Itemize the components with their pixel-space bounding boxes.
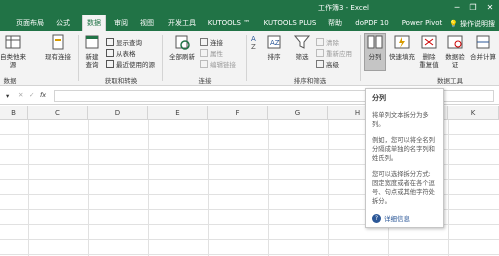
ribbon-tabs: 页面布局 公式 数据 审阅 视图 开发工具 KUTOOLS ™ KUTOOLS … — [0, 15, 499, 31]
text-to-columns-tooltip: 分列 将单列文本拆分为多列。 例如，您可以将全名列分隔成单独的名字列和姓氏列。 … — [365, 88, 444, 228]
connections-button[interactable]: 连接 — [200, 37, 223, 47]
tooltip-paragraph: 您可以选择拆分方式: 固定宽度或者在各个逗号、句点或其他字符处拆分。 — [372, 171, 435, 205]
clock-icon — [106, 59, 114, 68]
tell-me-more-link[interactable]: ? 详细信息 — [372, 213, 437, 223]
group-label-connections: 连接 — [198, 77, 212, 85]
divider — [246, 35, 247, 81]
consolidate-button[interactable]: 合并计算 — [468, 33, 498, 61]
properties-icon — [200, 48, 208, 57]
column-header[interactable]: F — [208, 106, 268, 120]
new-query-icon — [85, 35, 99, 49]
filter-icon — [293, 35, 311, 49]
clear-filter-button[interactable]: 清除 — [316, 37, 339, 47]
column-header[interactable]: K — [448, 106, 499, 120]
column-header[interactable]: E — [148, 106, 208, 120]
column-header[interactable]: D — [88, 106, 148, 120]
group-label-data-tools: 数据工具 — [437, 77, 463, 85]
edit-links-button[interactable]: 编辑链接 — [200, 59, 236, 69]
cancel-icon[interactable]: ✕ — [18, 91, 23, 99]
document-icon — [52, 34, 64, 50]
tab-formulas[interactable]: 公式 — [52, 15, 74, 31]
lightbulb-icon: 💡 — [449, 20, 458, 28]
query-icon — [106, 37, 114, 46]
svg-text:Z: Z — [251, 43, 256, 51]
group-label-sort-filter: 排序和筛选 — [293, 77, 327, 85]
svg-text:A: A — [251, 35, 256, 43]
properties-button[interactable]: 属性 — [200, 48, 223, 58]
sort-button[interactable]: AZ 排序 — [262, 33, 286, 61]
refresh-icon — [175, 35, 190, 50]
tab-power-pivot[interactable]: Power Pivot — [398, 15, 446, 31]
tab-developer[interactable]: 开发工具 — [166, 15, 198, 31]
tab-dopdf[interactable]: doPDF 10 — [352, 15, 392, 31]
title-bar: 工作簿3 - Excel ─ ❐ ✕ — [0, 0, 499, 15]
group-label-data: 数据 — [3, 77, 17, 85]
advanced-filter-button[interactable]: 高级 — [316, 59, 339, 69]
column-header[interactable]: B — [0, 106, 28, 120]
text-to-columns-button[interactable]: 分列 — [363, 33, 387, 61]
ribbon: 自类他来源 现有连接 新建 查询 显示查询 从表格 最近使用的源 数据 获取和转… — [0, 31, 499, 86]
tooltip-paragraph: 例如，您可以将全名列分隔成单独的名字列和姓氏列。 — [372, 137, 435, 162]
reapply-button[interactable]: 重新应用 — [316, 48, 352, 58]
data-validation-button[interactable]: 数据验 证 — [442, 33, 468, 69]
remove-duplicates-button[interactable]: 删除 重复值 — [416, 33, 442, 69]
from-other-sources-button[interactable]: 自类他来源 — [0, 33, 26, 69]
restore-icon[interactable]: ❐ — [466, 1, 480, 13]
sort-icon: AZ — [267, 35, 281, 49]
table-icon — [5, 35, 21, 49]
grid-icon — [106, 48, 114, 57]
help-icon: ? — [372, 213, 381, 223]
column-header[interactable]: G — [268, 106, 328, 120]
tooltip-title: 分列 — [372, 94, 386, 102]
tell-me-search[interactable]: 💡 操作说明搜 — [449, 19, 495, 29]
data-validation-icon — [447, 35, 463, 49]
flash-fill-icon — [394, 35, 410, 49]
reapply-icon — [316, 48, 324, 57]
recent-sources-button[interactable]: 最近使用的源 — [106, 59, 155, 69]
from-table-button[interactable]: 从表格 — [106, 48, 136, 58]
svg-text:AZ: AZ — [270, 39, 280, 47]
enter-icon[interactable]: ✓ — [29, 91, 34, 99]
group-label-get-transform: 获取和转换 — [104, 77, 138, 85]
divider — [360, 35, 361, 81]
consolidate-icon — [476, 35, 490, 49]
flash-fill-button[interactable]: 快速填充 — [388, 33, 416, 61]
existing-connections-button[interactable]: 现有连接 — [44, 33, 72, 61]
advanced-filter-icon — [316, 59, 324, 68]
clear-filter-icon — [316, 37, 324, 46]
show-query-button[interactable]: 显示查询 — [106, 37, 142, 47]
chain-icon — [200, 59, 208, 68]
column-header[interactable]: C — [28, 106, 88, 120]
divider — [78, 35, 79, 81]
minimize-icon[interactable]: ─ — [450, 1, 464, 13]
divider — [162, 35, 163, 81]
filter-button[interactable]: 筛选 — [290, 33, 314, 61]
fx-icon[interactable]: fx — [40, 91, 46, 99]
text-to-columns-icon — [367, 35, 383, 49]
refresh-all-button[interactable]: 全部刷新 — [168, 33, 196, 61]
tooltip-paragraph: 将单列文本拆分为多列。 — [372, 112, 429, 128]
tab-page-layout[interactable]: 页面布局 — [14, 15, 46, 31]
name-box-arrow-icon[interactable]: ▾ — [6, 92, 9, 100]
tab-help[interactable]: 帮助 — [324, 15, 346, 31]
window-title: 工作簿3 - Excel — [318, 4, 369, 12]
close-icon[interactable]: ✕ — [483, 1, 497, 13]
remove-duplicates-icon — [421, 35, 437, 49]
tab-kutools[interactable]: KUTOOLS ™ — [206, 15, 252, 31]
tab-view[interactable]: 视图 — [136, 15, 158, 31]
tab-review[interactable]: 审阅 — [110, 15, 132, 31]
link-icon — [200, 37, 208, 46]
new-query-button[interactable]: 新建 查询 — [80, 33, 104, 69]
tab-data[interactable]: 数据 — [82, 15, 106, 31]
tab-kutools-plus[interactable]: KUTOOLS PLUS — [260, 15, 320, 31]
